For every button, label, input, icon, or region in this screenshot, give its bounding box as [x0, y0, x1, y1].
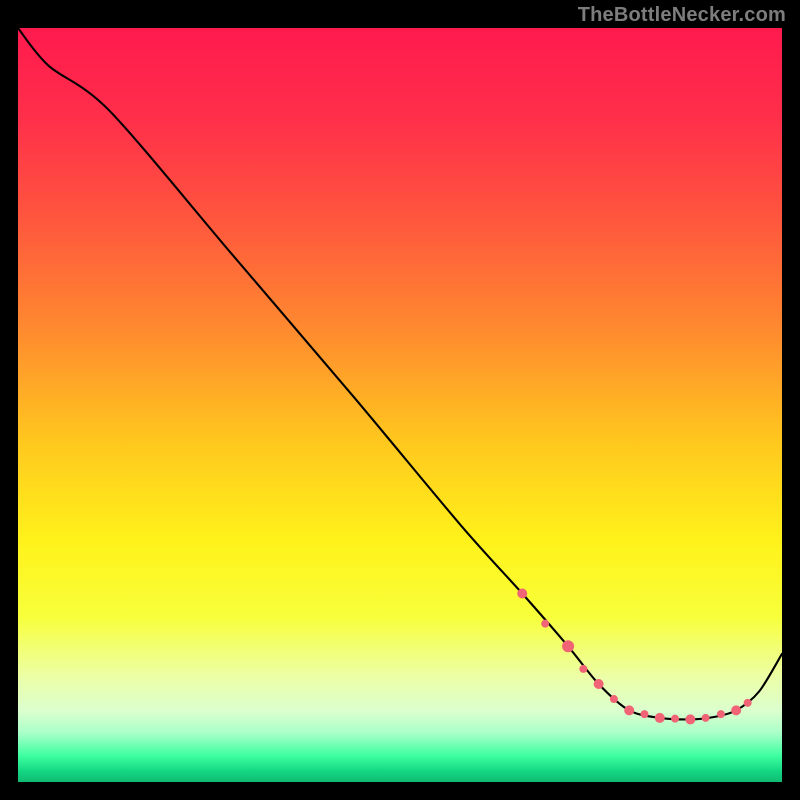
- marker-point: [640, 710, 648, 718]
- gradient-bg: [18, 28, 782, 782]
- marker-point: [685, 714, 695, 724]
- marker-point: [717, 710, 725, 718]
- plot-area: [18, 28, 782, 782]
- marker-point: [541, 620, 549, 628]
- chart-frame: TheBottleNecker.com: [0, 0, 800, 800]
- marker-point: [731, 705, 741, 715]
- marker-point: [702, 714, 710, 722]
- marker-point: [562, 640, 574, 652]
- attribution-text: TheBottleNecker.com: [578, 4, 786, 27]
- marker-point: [655, 713, 665, 723]
- marker-point: [624, 705, 634, 715]
- chart-svg: [18, 28, 782, 782]
- marker-point: [517, 589, 527, 599]
- marker-point: [594, 679, 604, 689]
- marker-point: [671, 715, 679, 723]
- marker-point: [579, 665, 587, 673]
- marker-point: [610, 695, 618, 703]
- marker-point: [744, 699, 752, 707]
